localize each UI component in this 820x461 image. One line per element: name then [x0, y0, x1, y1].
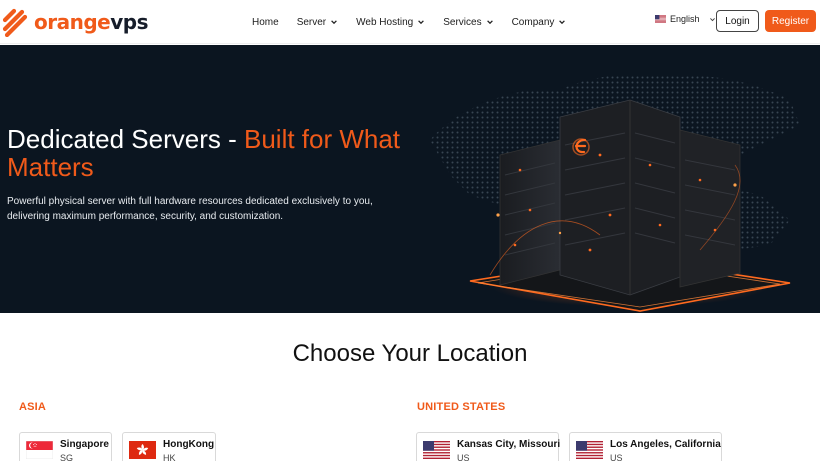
location-card-singapore[interactable]: Singapore SG — [19, 432, 112, 461]
language-selector[interactable]: English — [655, 14, 716, 24]
hero-title: Dedicated Servers - Built for What Matte… — [7, 125, 407, 181]
nav-web-hosting[interactable]: Web Hosting — [356, 17, 425, 28]
locations-heading: Choose Your Location — [292, 340, 528, 367]
nav-services-label: Services — [443, 16, 482, 28]
logo-stripes-icon — [2, 8, 28, 37]
nav-company[interactable]: Company — [512, 17, 567, 28]
location-name: HongKong — [163, 439, 215, 450]
us-flag-icon — [423, 441, 450, 459]
hero-description: Powerful physical server with full hardw… — [7, 196, 373, 222]
brand-name: orangevps — [34, 10, 148, 34]
location-card-hongkong[interactable]: HongKong HK — [122, 432, 216, 461]
nav-home[interactable]: Home — [252, 17, 279, 28]
nav-server[interactable]: Server — [297, 17, 338, 28]
login-button[interactable]: Login — [716, 10, 759, 32]
location-name: Los Angeles, California — [610, 439, 721, 450]
nav-web-hosting-label: Web Hosting — [356, 16, 414, 28]
hongkong-flag-icon — [129, 441, 156, 459]
location-code: US — [610, 453, 623, 461]
location-card-los-angeles[interactable]: Los Angeles, California US — [569, 432, 722, 461]
chevron-down-icon — [331, 20, 337, 25]
location-card-kansas-city[interactable]: Kansas City, Missouri US — [416, 432, 561, 461]
language-label: English — [670, 14, 700, 24]
nav-services[interactable]: Services — [443, 17, 493, 28]
chevron-down-icon — [709, 17, 715, 21]
location-code: HK — [163, 453, 176, 461]
us-flag-icon — [655, 15, 666, 23]
nav-home-label: Home — [252, 16, 279, 28]
region-us-heading: UNITED STATES — [417, 401, 506, 413]
hero-banner: Dedicated Servers - Built for What Matte… — [0, 45, 820, 313]
chevron-down-icon — [559, 20, 566, 25]
region-asia-heading: ASIA — [19, 401, 47, 413]
main-menu: Home Server Web Hosting Services Company — [252, 0, 584, 44]
location-name: Singapore — [60, 439, 109, 450]
chevron-down-icon — [486, 20, 493, 25]
location-code: SG — [60, 453, 74, 461]
top-navbar: orangevps Home Server Web Hosting Servic… — [0, 0, 820, 44]
nav-company-label: Company — [511, 16, 555, 28]
nav-server-label: Server — [296, 16, 327, 28]
location-code: US — [457, 453, 470, 461]
register-button[interactable]: Register — [765, 10, 816, 32]
brand-logo[interactable]: orangevps — [2, 6, 148, 38]
location-name: Kansas City, Missouri — [457, 439, 561, 450]
us-flag-icon — [576, 441, 603, 459]
chevron-down-icon — [418, 20, 425, 25]
hero-title-main: Dedicated Servers - — [7, 124, 244, 154]
singapore-flag-icon — [26, 441, 53, 459]
